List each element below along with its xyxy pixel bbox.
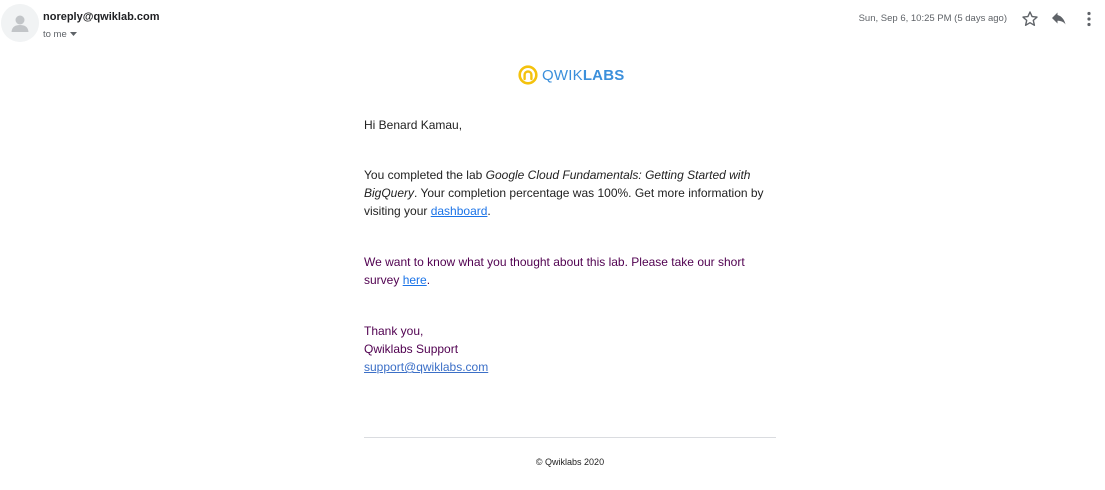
signoff-thanks: Thank you, — [364, 324, 424, 338]
more-options-button[interactable] — [1079, 9, 1099, 29]
message-body: Hi Benard Kamau, You completed the lab G… — [364, 116, 776, 376]
recipient-details-toggle[interactable]: to me — [43, 28, 77, 40]
signoff-team: Qwiklabs Support — [364, 342, 459, 356]
sender-email[interactable]: noreply@qwiklab.com — [43, 11, 159, 23]
chevron-down-icon — [69, 28, 77, 39]
star-button[interactable] — [1020, 9, 1040, 29]
greeting-text: Hi Benard Kamau, — [364, 118, 463, 132]
message-header: noreply@qwiklab.com to me Sun, Sep 6, 10… — [0, 0, 1105, 50]
recipient-label: to me — [43, 29, 67, 40]
qwiklabs-logo-icon — [518, 65, 538, 85]
copyright-text: © Qwiklabs 2020 — [535, 457, 605, 467]
sender-avatar[interactable] — [1, 4, 39, 42]
signoff: Thank you, Qwiklabs Support support@qwik… — [364, 322, 776, 376]
footer-divider — [364, 437, 776, 438]
reply-icon — [1052, 12, 1066, 25]
reply-button[interactable] — [1049, 9, 1069, 29]
survey-paragraph: We want to know what you thought about t… — [364, 255, 745, 287]
more-vert-icon — [1087, 11, 1091, 27]
dashboard-link[interactable]: dashboard — [431, 204, 488, 218]
logo-wordmark: QWIKLABS — [542, 66, 625, 84]
qwiklabs-logo: QWIKLABS — [518, 64, 624, 86]
person-icon — [1, 4, 39, 42]
completion-paragraph: You completed the lab Google Cloud Funda… — [364, 168, 764, 218]
star-icon — [1022, 11, 1038, 26]
message-date: Sun, Sep 6, 10:25 PM (5 days ago) — [858, 13, 1007, 24]
support-email-link[interactable]: support@qwiklabs.com — [364, 360, 488, 374]
survey-link[interactable]: here — [403, 273, 427, 287]
